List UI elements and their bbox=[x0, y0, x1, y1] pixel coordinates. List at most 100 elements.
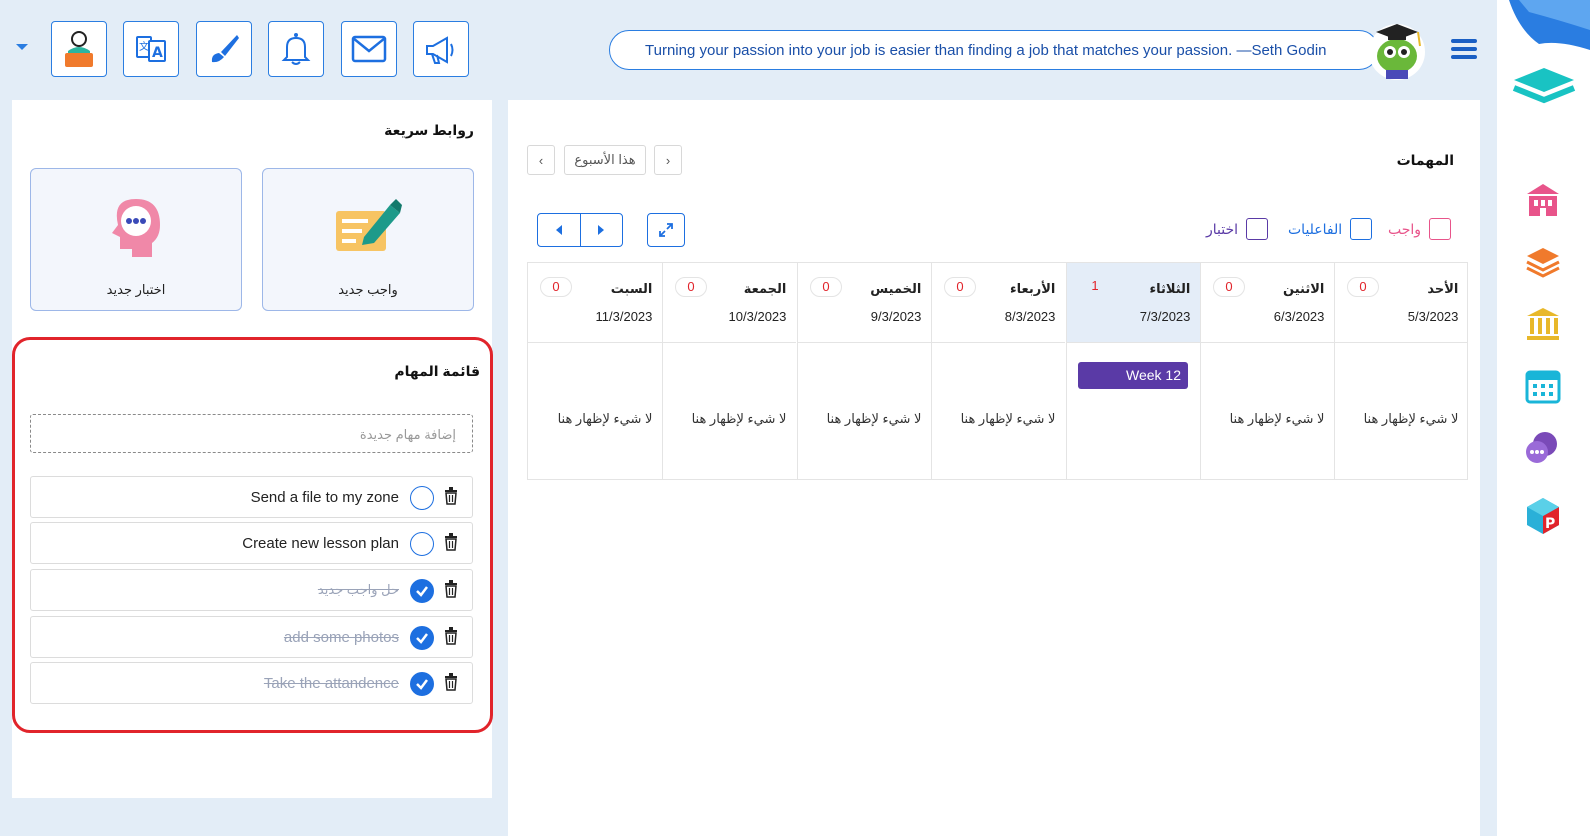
trash-icon[interactable] bbox=[444, 580, 458, 598]
day-column-wednesday[interactable]: الأربعاء 8/3/2023 0 لا شيء لإظهار هنا bbox=[931, 263, 1066, 479]
new-quiz-label: اختبار جديد bbox=[106, 282, 166, 297]
task-text: Take the attandence bbox=[263, 675, 399, 692]
step-prev-button[interactable] bbox=[538, 214, 581, 246]
filter-activities[interactable]: الفاعليات bbox=[1288, 218, 1373, 240]
notifications-button[interactable] bbox=[268, 21, 324, 77]
menu-icon[interactable] bbox=[1451, 39, 1477, 59]
day-count-badge: 1 bbox=[1091, 278, 1099, 293]
day-column-friday[interactable]: الجمعة 10/3/2023 0 لا شيء لإظهار هنا bbox=[662, 263, 797, 479]
day-date: 9/3/2023 bbox=[870, 309, 922, 324]
profile-icon bbox=[65, 31, 93, 67]
trash-icon[interactable] bbox=[444, 533, 458, 551]
day-header bbox=[663, 263, 797, 343]
empty-text: لا شيء لإظهار هنا bbox=[1363, 411, 1459, 426]
trash-icon[interactable] bbox=[444, 487, 458, 505]
check-icon bbox=[416, 679, 428, 690]
task-item: add some photos bbox=[30, 616, 473, 658]
day-name: الاثنين bbox=[1283, 281, 1325, 296]
trash-icon[interactable] bbox=[444, 627, 458, 645]
chat-icon[interactable] bbox=[1523, 428, 1563, 468]
task-checkbox-checked[interactable] bbox=[410, 672, 434, 696]
task-checkbox[interactable] bbox=[410, 532, 434, 556]
brush-icon bbox=[211, 35, 239, 63]
filter-quiz[interactable]: اختبار bbox=[1206, 218, 1269, 240]
calendar-icon[interactable] bbox=[1523, 366, 1563, 406]
prev-week-button[interactable]: ‹ bbox=[527, 145, 555, 175]
filter-homework[interactable]: واجب bbox=[1388, 218, 1452, 240]
school-icon[interactable] bbox=[1523, 180, 1563, 220]
week-grid: الأحد 5/3/2023 0 لا شيء لإظهار هنا الاثن… bbox=[527, 262, 1469, 480]
day-name: الخميس bbox=[870, 281, 922, 296]
check-icon bbox=[416, 586, 428, 597]
new-homework-label: واجب جديد bbox=[338, 282, 398, 297]
day-name: الجمعة bbox=[743, 281, 787, 296]
next-week-button[interactable]: › bbox=[654, 145, 682, 175]
announcements-button[interactable] bbox=[413, 21, 469, 77]
day-date: 8/3/2023 bbox=[1004, 309, 1056, 324]
translate-button[interactable]: A 文 bbox=[123, 21, 179, 77]
trash-icon[interactable] bbox=[444, 673, 458, 691]
task-checkbox[interactable] bbox=[410, 486, 434, 510]
cube-app-icon[interactable]: P bbox=[1523, 496, 1563, 536]
task-text: Create new lesson plan bbox=[242, 535, 399, 552]
day-column-saturday[interactable]: السبت 11/3/2023 0 لا شيء لإظهار هنا bbox=[528, 263, 663, 479]
day-header bbox=[1067, 263, 1201, 343]
day-date: 5/3/2023 bbox=[1407, 309, 1459, 324]
week-tag[interactable]: Week 12 bbox=[1078, 362, 1188, 389]
brush-button[interactable] bbox=[196, 21, 252, 77]
task-item: Create new lesson plan bbox=[30, 522, 473, 564]
task-text: add some photos bbox=[283, 629, 399, 646]
quick-links-title: روابط سريعة bbox=[384, 122, 474, 138]
day-count-badge: 0 bbox=[810, 277, 842, 297]
empty-text: لا شيء لإظهار هنا bbox=[826, 411, 922, 426]
megaphone-icon bbox=[426, 36, 454, 64]
filter-activities-label: الفاعليات bbox=[1288, 220, 1343, 237]
empty-text: لا شيء لإظهار هنا bbox=[557, 411, 653, 426]
day-count-badge: 0 bbox=[1347, 277, 1379, 297]
day-count-badge: 0 bbox=[944, 277, 976, 297]
profile-button[interactable] bbox=[51, 21, 107, 77]
layers-icon[interactable] bbox=[1523, 242, 1563, 282]
day-column-monday[interactable]: الاثنين 6/3/2023 0 لا شيء لإظهار هنا bbox=[1200, 263, 1335, 479]
task-checkbox-checked[interactable] bbox=[410, 626, 434, 650]
task-checkbox-checked[interactable] bbox=[410, 579, 434, 603]
day-name: الثلاثاء bbox=[1149, 281, 1191, 296]
day-header bbox=[1201, 263, 1335, 343]
quiz-head-icon bbox=[112, 199, 160, 257]
filter-quiz-label: اختبار bbox=[1206, 220, 1239, 237]
this-week-button[interactable]: هذا الأسبوع bbox=[564, 145, 646, 175]
messages-button[interactable] bbox=[341, 21, 397, 77]
day-column-tuesday[interactable]: الثلاثاء 7/3/2023 1 Week 12 bbox=[1066, 263, 1201, 479]
step-next-button[interactable] bbox=[581, 214, 623, 246]
new-quiz-card[interactable]: اختبار جديد bbox=[30, 168, 242, 311]
collapse-caret-icon[interactable] bbox=[16, 44, 28, 50]
expand-button[interactable] bbox=[647, 213, 685, 247]
task-item: Send a file to my zone bbox=[30, 476, 473, 518]
day-name: الأربعاء bbox=[1010, 281, 1056, 296]
translate-icon: A 文 bbox=[136, 36, 166, 62]
day-date: 7/3/2023 bbox=[1139, 309, 1191, 324]
svg-text:文: 文 bbox=[139, 40, 149, 53]
day-name: الأحد bbox=[1427, 281, 1459, 296]
chevron-left-icon: ‹ bbox=[538, 152, 544, 168]
books-logo-icon[interactable] bbox=[1510, 64, 1578, 112]
quiz-checkbox[interactable] bbox=[1246, 218, 1269, 240]
empty-text: لا شيء لإظهار هنا bbox=[960, 411, 1056, 426]
activities-checkbox[interactable] bbox=[1350, 218, 1373, 240]
tasks-calendar-panel: المهمات ‹ هذا الأسبوع › واجب الفاعليات ا… bbox=[508, 100, 1480, 836]
check-icon bbox=[416, 633, 428, 644]
day-count-badge: 0 bbox=[1213, 277, 1245, 297]
homework-checkbox[interactable] bbox=[1429, 218, 1452, 240]
day-column-thursday[interactable]: الخميس 9/3/2023 0 لا شيء لإظهار هنا bbox=[797, 263, 932, 479]
app-logo-banner-icon bbox=[1509, 0, 1590, 50]
day-date: 6/3/2023 bbox=[1273, 309, 1325, 324]
new-homework-card[interactable]: واجب جديد bbox=[262, 168, 474, 311]
institution-icon[interactable] bbox=[1523, 304, 1563, 344]
day-column-sunday[interactable]: الأحد 5/3/2023 0 لا شيء لإظهار هنا bbox=[1334, 263, 1469, 479]
mascot-icon bbox=[1369, 24, 1425, 80]
expand-icon bbox=[659, 223, 673, 237]
day-header bbox=[932, 263, 1066, 343]
add-task-input[interactable]: إضافة مهام جديدة bbox=[30, 414, 473, 453]
day-stepper bbox=[537, 213, 623, 247]
mail-icon bbox=[351, 35, 387, 63]
